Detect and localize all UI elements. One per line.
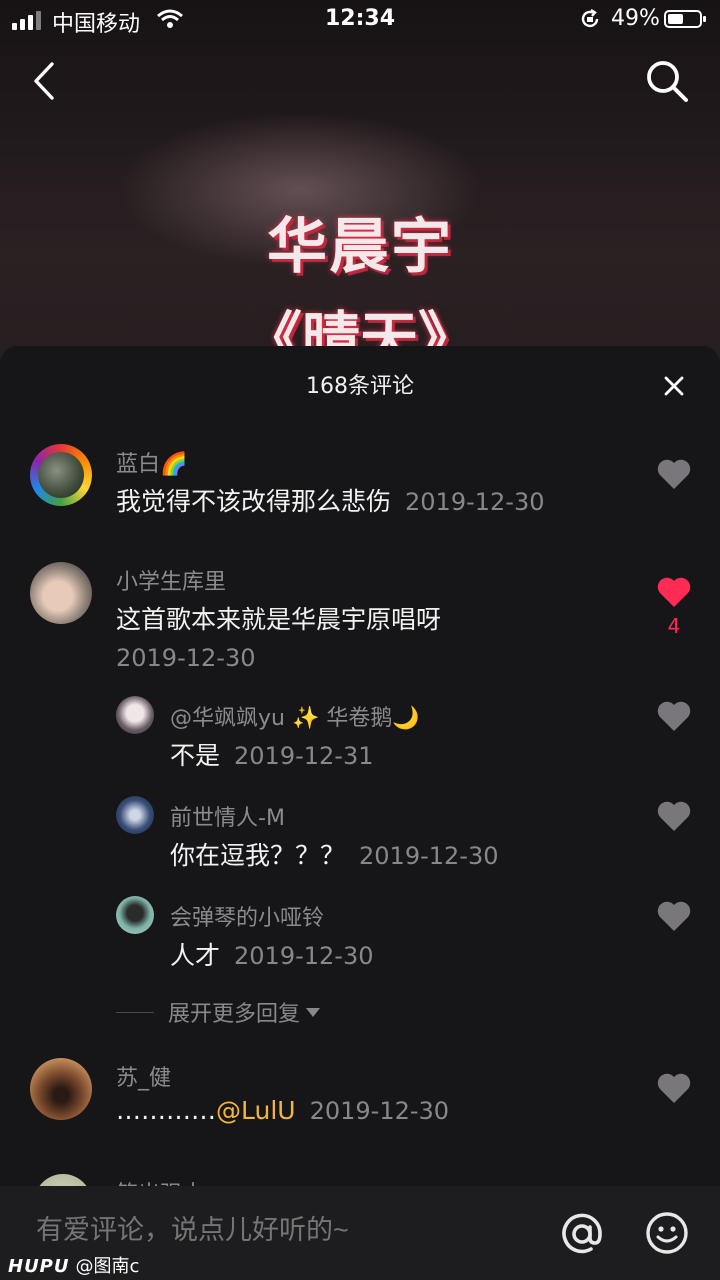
divider [116, 1011, 154, 1013]
comment-body: ………… [116, 1096, 216, 1125]
reply-date: 2019-12-30 [359, 842, 499, 870]
comments-panel: 168条评论 蓝白🌈 我觉得不该改得那么悲伤 2019-12-30 小学生库里 这… [0, 346, 720, 1280]
expand-replies-label: 展开更多回复 [168, 1002, 301, 1027]
reply-author[interactable]: 会弹琴的小哑铃 [170, 900, 324, 932]
comment-author[interactable]: 蓝白🌈 [116, 446, 187, 478]
battery-percent: 49% [611, 6, 660, 31]
avatar[interactable] [30, 1058, 92, 1120]
close-button[interactable] [656, 368, 692, 404]
reply-body: 你在逗我？？？ [170, 841, 346, 870]
reply-item: @华飒飒yu ✨ 华卷鹅🌙 不是 2019-12-31 [0, 694, 720, 774]
heart-icon[interactable] [654, 796, 694, 836]
comment-date: 2019-12-30 [405, 488, 545, 516]
avatar[interactable] [116, 796, 154, 834]
reply-text: 不是 2019-12-31 [170, 736, 374, 772]
battery-icon [664, 10, 706, 28]
comment-input[interactable] [34, 1214, 518, 1247]
comment-item: 小学生库里 这首歌本来就是华晨宇原唱呀 2019-12-30 4 [0, 560, 720, 680]
status-bar: 中国移动 12:34 49% [0, 0, 720, 40]
comment-date: 2019-12-30 [309, 1097, 450, 1125]
comment-date: 2019-12-30 [116, 644, 256, 672]
reply-body: 人才 [170, 941, 221, 970]
avatar[interactable] [116, 696, 154, 734]
avatar[interactable] [116, 896, 154, 934]
video-subtitle: 《晴天》 [243, 305, 476, 346]
reply-item: 会弹琴的小哑铃 人才 2019-12-30 [0, 894, 720, 974]
comment-text: 我觉得不该改得那么悲伤 2019-12-30 [116, 482, 545, 518]
reply-author[interactable]: @华飒飒yu ✨ 华卷鹅🌙 [170, 700, 420, 732]
comment-item: 蓝白🌈 我觉得不该改得那么悲伤 2019-12-30 [0, 442, 720, 522]
watermark-brand: HUPU [8, 1256, 70, 1277]
comment-item: 苏_健 …………@LulU 2019-12-30 [0, 1056, 720, 1136]
reply-text: 人才 2019-12-30 [170, 936, 374, 972]
reply-item: 前世情人-M 你在逗我？？？ 2019-12-30 [0, 794, 720, 874]
watermark: HUPU @图南c [8, 1252, 139, 1278]
avatar[interactable] [30, 562, 92, 624]
heart-icon[interactable] [654, 896, 694, 936]
like-count: 4 [667, 614, 681, 638]
video-title: 华晨宇 [267, 212, 453, 282]
heart-icon[interactable] [654, 454, 694, 494]
search-button[interactable] [642, 56, 692, 106]
battery-level [668, 14, 683, 24]
caret-down-icon [306, 1007, 321, 1017]
heart-icon-liked[interactable] [654, 572, 694, 612]
avatar[interactable] [30, 444, 92, 506]
emoji-button[interactable] [644, 1210, 690, 1256]
heart-icon[interactable] [654, 696, 694, 736]
comment-author[interactable]: 苏_健 [116, 1060, 171, 1092]
back-button[interactable] [26, 58, 66, 104]
watermark-user: @图南c [75, 1256, 140, 1277]
rotation-lock-icon [581, 8, 599, 28]
reply-body: 不是 [170, 741, 221, 770]
reply-author[interactable]: 前世情人-M [170, 800, 285, 832]
mention-link[interactable]: @LulU [216, 1096, 296, 1125]
comment-count-header: 168条评论 [306, 374, 414, 399]
comment-author[interactable]: 小学生库里 [116, 564, 226, 596]
comment-text: …………@LulU 2019-12-30 [116, 1096, 449, 1125]
reply-date: 2019-12-30 [234, 942, 374, 970]
heart-icon[interactable] [654, 1068, 694, 1108]
reply-date: 2019-12-31 [234, 742, 374, 770]
mention-button[interactable] [558, 1210, 606, 1258]
expand-replies-button[interactable]: 展开更多回复 [116, 996, 321, 1028]
comment-body: 我觉得不该改得那么悲伤 [116, 487, 392, 516]
reply-text: 你在逗我？？？ 2019-12-30 [170, 836, 499, 872]
comment-body: 这首歌本来就是华晨宇原唱呀 [116, 605, 442, 634]
